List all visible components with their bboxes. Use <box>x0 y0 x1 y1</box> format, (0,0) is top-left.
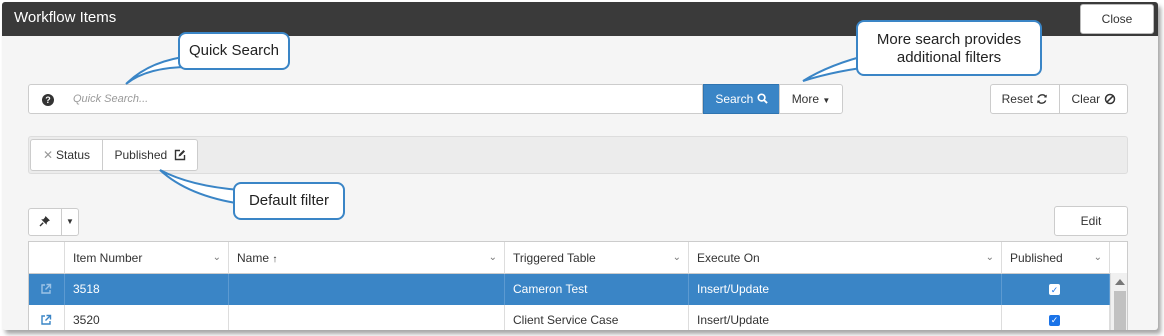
question-circle-icon: ? <box>42 94 54 106</box>
column-header-item-number[interactable]: Item Number ⌄ <box>65 242 229 274</box>
status-filter-label: Status <box>56 148 91 162</box>
clear-button-label: Clear <box>1071 92 1101 106</box>
published-checkbox[interactable]: ✓ <box>1049 315 1060 327</box>
quick-search-input[interactable] <box>65 84 703 114</box>
column-header-triggered-table[interactable]: Triggered Table ⌄ <box>505 242 689 274</box>
chevron-down-icon[interactable]: ⌄ <box>673 242 681 274</box>
cell-name <box>229 274 505 305</box>
vertical-scrollbar[interactable] <box>1110 273 1127 330</box>
refresh-icon <box>1037 94 1048 104</box>
reset-button[interactable]: Reset <box>990 84 1060 114</box>
column-header-label: Execute On <box>697 251 760 265</box>
published-checkbox[interactable]: ✓ <box>1049 284 1060 296</box>
more-search-callout: More search provides additional filters <box>856 20 1042 76</box>
cell-item-number: 3520 <box>65 305 229 330</box>
search-button-label: Search <box>715 92 754 106</box>
column-header-label: Published <box>1010 251 1063 265</box>
header-row-actions <box>29 242 65 274</box>
workflow-items-grid: Item Number ⌄ Name ↑ ⌄ Triggered Table ⌄… <box>28 241 1128 330</box>
cell-published: ✓ <box>1002 274 1110 305</box>
pushpin-icon <box>39 216 50 227</box>
quick-search-callout: Quick Search <box>178 32 290 70</box>
cell-published: ✓ <box>1002 305 1110 330</box>
chevron-down-icon[interactable]: ⌄ <box>213 242 221 274</box>
pin-button[interactable] <box>28 208 62 236</box>
caret-down-icon: ▼ <box>66 217 74 226</box>
status-filter-chip[interactable]: ✕ Status <box>30 139 103 171</box>
header-scroll-spacer <box>1110 242 1127 274</box>
search-button[interactable]: Search <box>703 84 780 114</box>
cell-execute-on: Insert/Update <box>689 305 1002 330</box>
chevron-down-icon[interactable]: ⌄ <box>1094 242 1102 274</box>
cell-item-number: 3518 <box>65 274 229 305</box>
caret-down-icon: ▼ <box>822 96 831 105</box>
cell-name <box>229 305 505 330</box>
chevron-down-icon[interactable]: ⌄ <box>489 242 497 274</box>
scrollbar-thumb[interactable] <box>1114 291 1126 330</box>
sort-ascending-icon: ↑ <box>272 254 278 265</box>
cell-triggered-table: Cameron Test <box>505 274 689 305</box>
clear-button[interactable]: Clear <box>1059 84 1128 114</box>
scroll-up-arrow-icon[interactable] <box>1115 279 1125 285</box>
edit-button[interactable]: Edit <box>1054 206 1128 236</box>
column-header-execute-on[interactable]: Execute On ⌄ <box>689 242 1002 274</box>
more-button[interactable]: More ▼ <box>779 84 843 114</box>
callout-text-line2: additional filters <box>896 49 1002 66</box>
row-open-cell[interactable] <box>29 305 65 330</box>
reset-button-label: Reset <box>1001 92 1033 106</box>
column-header-label: Triggered Table <box>513 251 596 265</box>
chevron-down-icon[interactable]: ⌄ <box>986 242 994 274</box>
external-link-icon[interactable] <box>40 283 52 295</box>
edit-square-icon <box>174 149 185 161</box>
column-header-published[interactable]: Published ⌄ <box>1002 242 1110 274</box>
help-button[interactable]: ? <box>28 84 66 114</box>
cell-execute-on: Insert/Update <box>689 274 1002 305</box>
more-button-label: More <box>791 92 820 106</box>
callout-text-line1: More search provides <box>876 31 1022 48</box>
window-title: Workflow Items <box>14 9 117 26</box>
close-button[interactable]: Close <box>1080 4 1154 34</box>
callout-text: Default filter <box>248 192 330 209</box>
row-open-cell[interactable] <box>29 274 65 305</box>
published-filter-chip[interactable]: Published <box>102 139 198 171</box>
callout-text: Quick Search <box>188 42 280 59</box>
x-icon[interactable]: ✕ <box>43 148 53 162</box>
default-filter-callout: Default filter <box>233 182 345 220</box>
ban-icon <box>1104 93 1115 105</box>
cell-triggered-table: Client Service Case <box>505 305 689 330</box>
pin-dropdown-caret[interactable]: ▼ <box>61 208 79 236</box>
column-header-name[interactable]: Name ↑ ⌄ <box>229 242 505 274</box>
column-header-label: Item Number <box>73 251 143 265</box>
published-filter-label: Published <box>114 148 168 162</box>
external-link-icon[interactable] <box>40 314 52 326</box>
column-header-label: Name <box>237 251 270 265</box>
magnifier-icon <box>757 93 768 104</box>
